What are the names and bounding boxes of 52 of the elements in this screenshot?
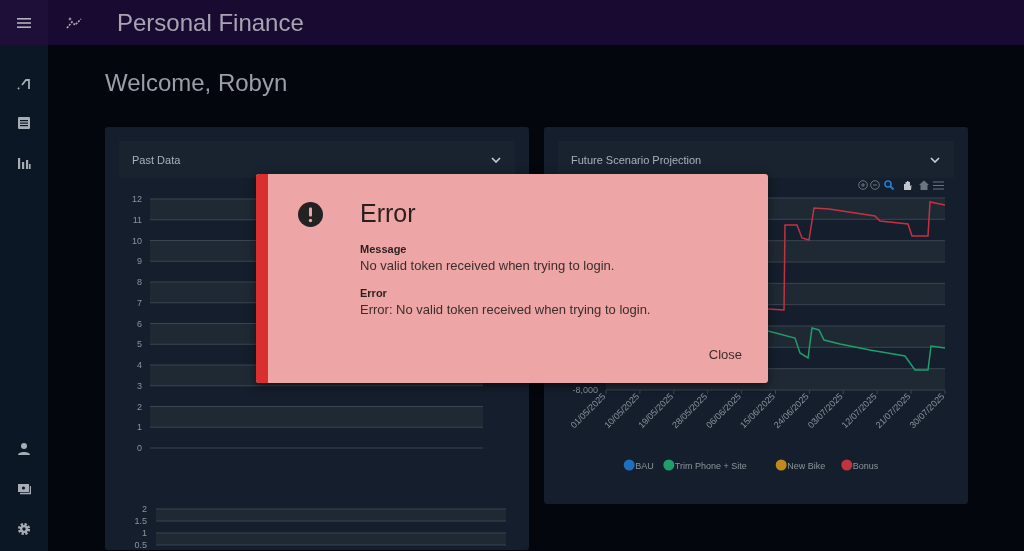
zoom-out-icon[interactable] xyxy=(870,180,880,190)
axis-tick-label: 1 xyxy=(142,528,147,538)
axis-tick-label: 4 xyxy=(137,360,142,370)
chevron-down-icon xyxy=(930,156,940,163)
legend-label: BAU xyxy=(635,460,654,471)
person-icon xyxy=(17,442,31,456)
axis-tick-label: 1 xyxy=(137,422,142,433)
exclamation-icon xyxy=(298,202,323,227)
axis-tick-label: 0 xyxy=(137,443,142,453)
close-button[interactable]: Close xyxy=(696,343,754,366)
axis-tick-label: 7 xyxy=(137,297,142,308)
axis-tick-label: -8,000 xyxy=(572,385,598,395)
field-value: No valid token received when trying to login. xyxy=(360,258,615,273)
panel-header[interactable]: Future Scenario Projection xyxy=(558,141,954,178)
menu-icon[interactable] xyxy=(932,181,945,190)
settings-icon xyxy=(17,522,31,536)
axis-tick-label: 9 xyxy=(137,256,142,267)
axis-tick-label: 5 xyxy=(137,339,142,350)
chevron-down-icon xyxy=(491,156,501,163)
line-chart-icon xyxy=(17,76,31,90)
document-icon xyxy=(17,116,31,130)
app-title: Personal Finance xyxy=(117,8,304,37)
field-value: Error: No valid token received when trying to login. xyxy=(360,302,651,317)
bar-chart-icon xyxy=(17,156,31,170)
zoom-in-icon[interactable] xyxy=(858,180,868,190)
field-label: Error xyxy=(360,287,387,299)
axis-tick-label: 11 xyxy=(132,214,142,225)
welcome-heading: Welcome, Robyn xyxy=(105,69,289,97)
menu-icon xyxy=(17,17,31,28)
legend-label: Trim Phone + Site xyxy=(674,460,747,471)
axis-tick-label: 0.5 xyxy=(134,540,147,549)
axis-tick-label: 2 xyxy=(142,504,147,514)
menu-button[interactable] xyxy=(0,0,48,45)
legend-label: New Bike xyxy=(787,460,826,471)
panel-title: Past Data xyxy=(132,153,181,166)
search-icon[interactable] xyxy=(884,180,895,191)
axis-tick-label: 10 xyxy=(132,235,142,246)
hand-icon[interactable] xyxy=(904,181,912,190)
axis-tick-label: 2 xyxy=(137,401,142,412)
axis-tick-label: 6 xyxy=(137,318,142,329)
field-label: Message xyxy=(360,243,407,255)
sparkle-chart-icon xyxy=(66,15,83,30)
dialog-title: Error xyxy=(360,198,416,228)
panel-title: Future Scenario Projection xyxy=(571,153,702,166)
banknote-icon xyxy=(17,482,31,496)
home-icon[interactable] xyxy=(919,180,929,190)
axis-tick-label: 12 xyxy=(132,194,142,204)
axis-tick-label: 3 xyxy=(137,380,142,391)
axis-tick-label: 1.5 xyxy=(134,516,147,526)
panel-header[interactable]: Past Data xyxy=(119,141,515,178)
legend-label: Bonus xyxy=(852,460,879,471)
axis-tick-label: 8 xyxy=(137,277,142,287)
